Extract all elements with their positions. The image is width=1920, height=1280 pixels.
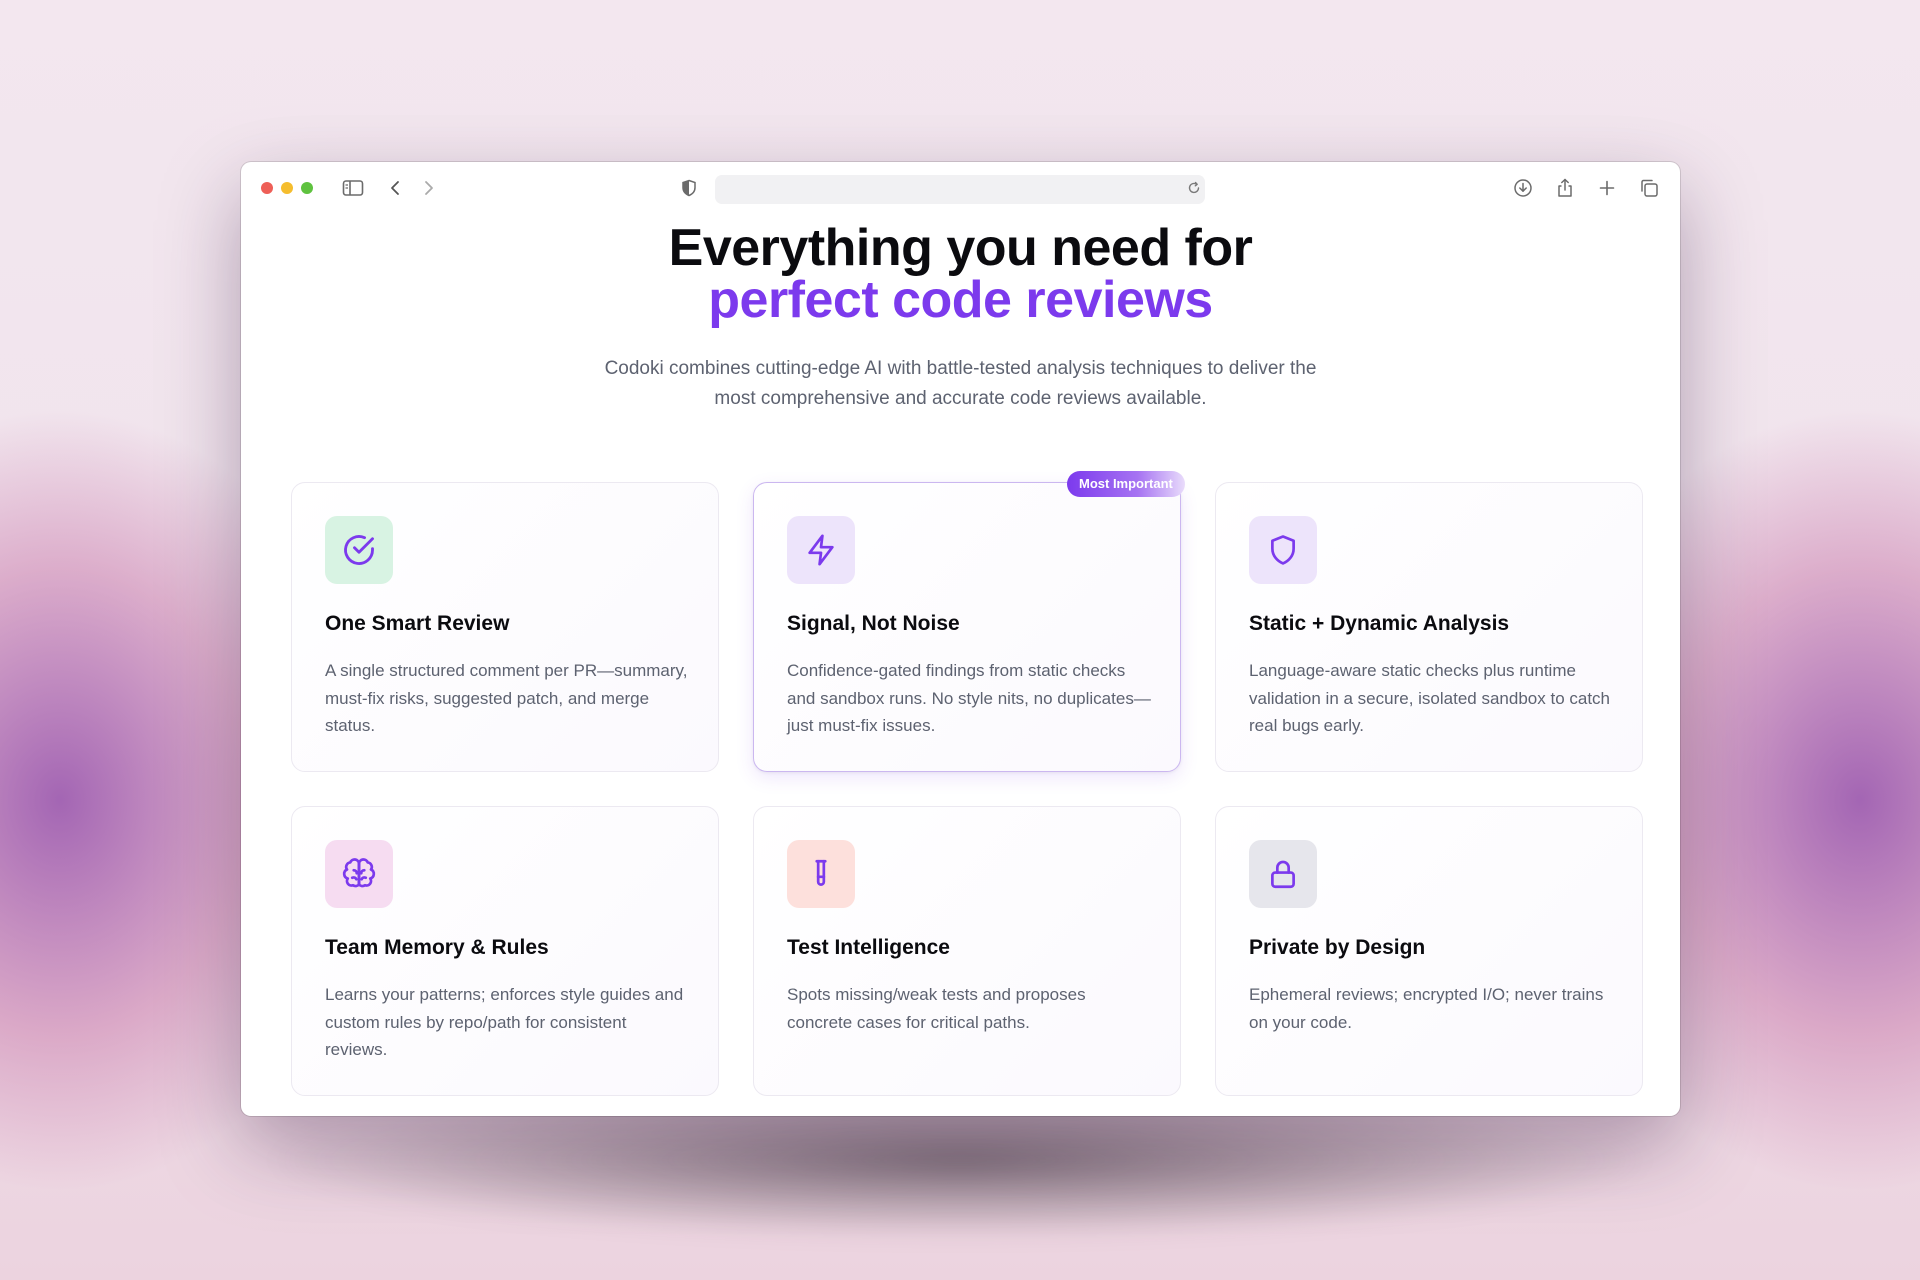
feature-title: One Smart Review [325, 612, 510, 635]
back-icon[interactable] [383, 176, 407, 200]
share-icon[interactable] [1553, 176, 1577, 200]
forward-icon[interactable] [417, 176, 441, 200]
test-tube-icon [787, 840, 855, 908]
reload-icon[interactable] [1184, 178, 1204, 198]
feature-description: Learns your patterns; enforces style gui… [325, 985, 684, 1059]
feature-description: Spots missing/weak tests and proposes co… [787, 985, 1086, 1032]
feature-description: Language-aware static checks plus runtim… [1249, 661, 1611, 735]
feature-card-private-by-design[interactable]: Private by Design Ephemeral reviews; enc… [1215, 806, 1643, 1096]
page-title: Everything you need for perfect code rev… [241, 222, 1680, 326]
tabs-overview-icon[interactable] [1637, 176, 1661, 200]
feature-description: Confidence-gated findings from static ch… [787, 661, 1151, 735]
page-subtitle: Codoki combines cutting-edge AI with bat… [604, 358, 1317, 409]
download-icon[interactable] [1511, 176, 1535, 200]
feature-title: Test Intelligence [787, 936, 950, 959]
feature-card-team-memory-rules[interactable]: Team Memory & Rules Learns your patterns… [291, 806, 719, 1096]
feature-card-static-dynamic-analysis[interactable]: Static + Dynamic Analysis Language-aware… [1215, 482, 1643, 772]
minimize-button[interactable] [281, 182, 293, 194]
traffic-lights [261, 182, 313, 194]
title-line-1: Everything you need for [668, 219, 1253, 277]
close-button[interactable] [261, 182, 273, 194]
feature-description: A single structured comment per PR—summa… [325, 661, 688, 735]
shield-icon [1249, 516, 1317, 584]
feature-title: Private by Design [1249, 936, 1426, 959]
browser-toolbar [241, 162, 1680, 214]
new-tab-icon[interactable] [1595, 176, 1619, 200]
feature-card-one-smart-review[interactable]: One Smart Review A single structured com… [291, 482, 719, 772]
brain-icon [325, 840, 393, 908]
feature-card-test-intelligence[interactable]: Test Intelligence Spots missing/weak tes… [753, 806, 1181, 1096]
feature-title: Signal, Not Noise [787, 612, 960, 635]
browser-window: Everything you need for perfect code rev… [241, 162, 1680, 1116]
most-important-badge: Most Important [1067, 471, 1185, 497]
lightning-icon [787, 516, 855, 584]
feature-title: Static + Dynamic Analysis [1249, 612, 1510, 635]
feature-card-signal-not-noise[interactable]: Most Important Signal, Not Noise Confide… [753, 471, 1185, 772]
feature-description: Ephemeral reviews; encrypted I/O; never … [1249, 985, 1604, 1032]
feature-title: Team Memory & Rules [325, 936, 549, 959]
title-line-2: perfect code reviews [708, 271, 1213, 329]
check-circle-icon [325, 516, 393, 584]
sidebar-icon[interactable] [341, 176, 365, 200]
zoom-button[interactable] [301, 182, 313, 194]
address-bar[interactable] [715, 175, 1205, 204]
lock-icon [1249, 840, 1317, 908]
page-content: Everything you need for perfect code rev… [241, 214, 1680, 1116]
shield-icon[interactable] [677, 176, 701, 200]
